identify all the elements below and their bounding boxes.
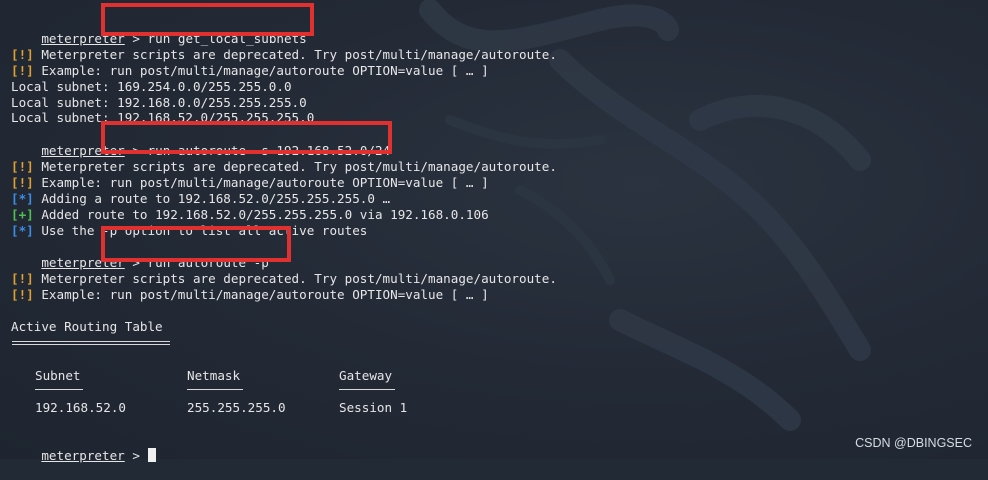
output-line: [!] Example: run post/multi/manage/autor… [11,175,489,191]
output-line: [!] Example: run post/multi/manage/autor… [11,63,489,79]
output-text: Meterpreter scripts are deprecated. Try … [33,159,557,174]
warning-tag: [!] [11,175,34,190]
output-line: [+] Added route to 192.168.52.0/255.255.… [11,207,489,223]
warning-tag: [!] [11,63,34,78]
title-underline-bottom [12,344,170,345]
output-text: Local subnet: 192.168.0.0/255.255.255.0 [11,95,307,110]
output-text: Example: run post/multi/manage/autoroute… [33,287,489,302]
column-header-gateway: Gateway [339,368,393,383]
info-tag: [*] [11,223,34,238]
highlight-box-cmd1 [101,3,314,36]
warning-tag: [!] [11,287,34,302]
table-cell-subnet: 192.168.52.0 [35,400,126,415]
output-line: [!] Meterpreter scripts are deprecated. … [11,47,557,63]
column-underline [35,389,83,390]
highlight-box-cmd2 [101,121,392,154]
output-line: [*] Adding a route to 192.168.52.0/255.2… [11,191,390,207]
terminal-window[interactable]: meterpreter > run get_local_subnets [!] … [0,0,988,463]
warning-tag: [!] [11,47,34,62]
prompt-arrow: > [132,448,140,463]
success-tag: [+] [11,207,34,222]
output-text: Adding a route to 192.168.52.0/255.255.2… [33,191,391,206]
output-text: Example: run post/multi/manage/autoroute… [33,63,489,78]
output-line: Local subnet: 192.168.0.0/255.255.255.0 [11,95,307,111]
output-line: [!] Meterpreter scripts are deprecated. … [11,271,557,287]
output-line: [!] Example: run post/multi/manage/autor… [11,287,489,303]
column-header-netmask: Netmask [187,368,241,383]
column-underline [187,389,243,390]
table-cell-netmask: 255.255.255.0 [187,400,286,415]
text-cursor[interactable] [147,448,156,462]
info-tag: [*] [11,191,34,206]
column-header-subnet: Subnet [35,368,81,383]
command-line-active[interactable]: meterpreter > [11,432,156,463]
output-line: [!] Meterpreter scripts are deprecated. … [11,159,557,175]
routing-table-title: Active Routing Table [11,319,163,334]
prompt-user: meterpreter [41,448,125,463]
output-text: Example: run post/multi/manage/autoroute… [33,175,489,190]
column-underline [339,389,395,390]
output-line: Local subnet: 169.254.0.0/255.255.0.0 [11,79,292,95]
warning-tag: [!] [11,159,34,174]
output-text: Meterpreter scripts are deprecated. Try … [33,271,557,286]
output-text: Local subnet: 169.254.0.0/255.255.0.0 [11,79,292,94]
title-underline-top [12,341,170,342]
output-text: Meterpreter scripts are deprecated. Try … [33,47,557,62]
warning-tag: [!] [11,271,34,286]
highlight-box-cmd3 [101,226,291,262]
output-text: Added route to 192.168.52.0/255.255.255.… [33,207,489,222]
source-watermark-text: CSDN @DBINGSEC [855,436,972,450]
table-cell-gateway: Session 1 [339,400,408,415]
